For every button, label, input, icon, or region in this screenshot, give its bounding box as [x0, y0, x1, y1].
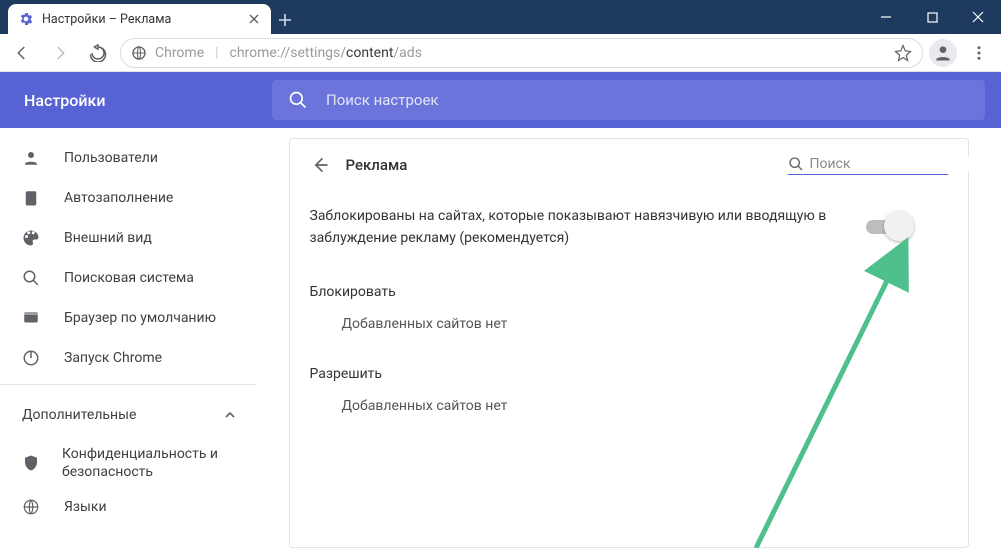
site-info-icon[interactable]: [131, 45, 147, 61]
forward-button[interactable]: [44, 37, 76, 69]
settings-search-bar[interactable]: [272, 80, 985, 120]
url-text: Chrome | chrome://settings/content/ads: [155, 45, 422, 61]
gear-icon: [18, 11, 34, 27]
sidebar-item-label: Внешний вид: [64, 230, 152, 246]
divider: [0, 384, 256, 385]
window-titlebar: Настройки – Реклама: [0, 0, 1001, 34]
palette-icon: [22, 229, 42, 247]
page-title: Реклама: [346, 156, 408, 174]
clipboard-icon: [22, 189, 42, 207]
reload-button[interactable]: [82, 37, 114, 69]
bookmark-star-icon[interactable]: [894, 44, 912, 62]
sidebar-item-users[interactable]: Пользователи: [0, 138, 256, 178]
browser-tab[interactable]: Настройки – Реклама: [8, 4, 271, 34]
sidebar-item-appearance[interactable]: Внешний вид: [0, 218, 256, 258]
page-search[interactable]: [788, 156, 948, 175]
chevron-up-icon: [224, 409, 236, 421]
block-section-label: Блокировать: [290, 268, 968, 306]
settings-main: Реклама Заблокированы на сайтах, которые…: [256, 128, 1001, 548]
profile-avatar[interactable]: [929, 39, 957, 67]
person-icon: [22, 149, 42, 167]
sidebar-item-search-engine[interactable]: Поисковая система: [0, 258, 256, 298]
globe-icon: [22, 498, 42, 516]
sidebar-item-default-browser[interactable]: Браузер по умолчанию: [0, 298, 256, 338]
address-bar[interactable]: Chrome | chrome://settings/content/ads: [120, 38, 923, 68]
window-close-button[interactable]: [955, 0, 1001, 34]
close-tab-icon[interactable]: [247, 12, 261, 26]
sidebar-item-label: Конфиденциальность и безопасность: [62, 445, 256, 481]
sidebar-item-label: Запуск Chrome: [64, 350, 162, 366]
back-button[interactable]: [6, 37, 38, 69]
sidebar-advanced-label: Дополнительные: [22, 407, 136, 423]
back-arrow-button[interactable]: [310, 155, 330, 175]
settings-header: Настройки: [0, 72, 1001, 128]
browser-icon: [22, 309, 42, 327]
sidebar-item-label: Поисковая система: [64, 270, 194, 286]
sidebar-item-autofill[interactable]: Автозаполнение: [0, 178, 256, 218]
allow-empty-text: Добавленных сайтов нет: [290, 388, 968, 432]
ads-toggle[interactable]: [864, 215, 908, 239]
search-icon: [288, 90, 308, 110]
shield-icon: [22, 454, 40, 472]
sidebar-item-startup[interactable]: Запуск Chrome: [0, 338, 256, 378]
sidebar-advanced-toggle[interactable]: Дополнительные: [0, 391, 256, 439]
tab-title: Настройки – Реклама: [42, 12, 171, 27]
browser-toolbar: Chrome | chrome://settings/content/ads: [0, 34, 1001, 72]
search-icon: [22, 269, 42, 287]
sidebar-item-label: Языки: [64, 499, 107, 515]
sidebar-item-languages[interactable]: Языки: [0, 487, 256, 527]
power-icon: [22, 349, 42, 367]
sidebar-item-label: Автозаполнение: [64, 190, 173, 206]
page-search-input[interactable]: [810, 156, 988, 172]
sidebar-item-privacy[interactable]: Конфиденциальность и безопасность: [0, 439, 256, 487]
sidebar-item-label: Браузер по умолчанию: [64, 310, 216, 326]
new-tab-button[interactable]: [271, 6, 299, 34]
settings-brand: Настройки: [0, 91, 256, 110]
kebab-menu-icon[interactable]: [963, 37, 995, 69]
search-icon: [788, 156, 804, 172]
ads-toggle-label: Заблокированы на сайтах, которые показыв…: [310, 205, 850, 250]
settings-sidebar: Пользователи Автозаполнение Внешний вид …: [0, 128, 256, 548]
settings-search-input[interactable]: [326, 91, 969, 109]
window-maximize-button[interactable]: [909, 0, 955, 34]
sidebar-item-label: Пользователи: [64, 150, 158, 166]
settings-card: Реклама Заблокированы на сайтах, которые…: [289, 138, 969, 548]
window-minimize-button[interactable]: [863, 0, 909, 34]
allow-section-label: Разрешить: [290, 350, 968, 388]
block-empty-text: Добавленных сайтов нет: [290, 306, 968, 350]
